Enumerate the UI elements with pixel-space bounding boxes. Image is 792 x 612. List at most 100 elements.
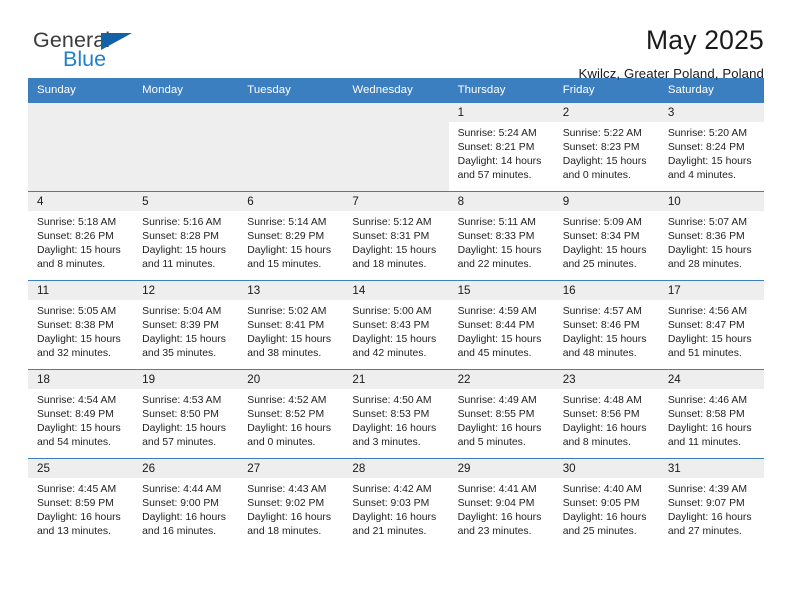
daylight-duration-line1: Daylight: 15 hours [562,156,647,168]
calendar-day-cell[interactable]: 8 Sunrise: 5:11 AM Sunset: 8:33 PM Daylight… [448,191,554,281]
daylight-duration-line1: Daylight: 15 hours [562,334,647,346]
calendar-day-cell[interactable]: 2 Sunrise: 5:22 AM Sunset: 8:23 PM Daylight… [553,102,659,192]
calendar-day-cell[interactable]: 23 Sunrise: 4:48 AM Sunset: 8:56 PM Dayligh… [553,369,659,459]
calendar-day-cell[interactable]: 6 Sunrise: 5:14 AM Sunset: 8:29 PM Daylight… [238,191,344,281]
day-details: Sunrise: 4:39 AM Sunset: 9:07 PM Daylight:… [659,478,764,539]
calendar-day-cell[interactable]: 26 Sunrise: 4:44 AM Sunset: 9:00 PM Dayligh… [133,458,239,548]
calendar-day-cell[interactable]: 16 Sunrise: 4:57 AM Sunset: 8:46 PM Dayligh… [553,280,659,370]
daylight-duration-line1: Daylight: 15 hours [142,334,226,346]
daylight-duration-line2: and 27 minutes. [667,526,742,538]
day-number: 10 [658,192,764,211]
sunrise-time: Sunrise: 4:49 AM [457,395,537,406]
calendar-day-cell[interactable]: 4 Sunrise: 5:18 AM Sunset: 8:26 PM Daylight… [28,191,134,281]
calendar-day-cell[interactable]: 25 Sunrise: 4:45 AM Sunset: 8:59 PM Dayligh… [28,458,134,548]
calendar-day-cell[interactable]: 22 Sunrise: 4:49 AM Sunset: 8:55 PM Dayligh… [448,369,554,459]
day-details [28,122,134,127]
calendar-day-cell[interactable]: 31 Sunrise: 4:39 AM Sunset: 9:07 PM Dayligh… [658,458,764,548]
sunrise-time: Sunrise: 5:14 AM [247,217,327,228]
daylight-duration-line1: Daylight: 16 hours [142,512,226,524]
day-number: 25 [28,459,134,478]
day-details: Sunrise: 5:05 AM Sunset: 8:38 PM Daylight:… [28,300,133,361]
sunrise-time: Sunrise: 4:52 AM [247,395,327,406]
calendar-day-cell[interactable]: 24 Sunrise: 4:46 AM Sunset: 8:58 PM Dayligh… [658,369,764,459]
daylight-duration-line1: Daylight: 15 hours [667,334,752,346]
day-details: Sunrise: 4:43 AM Sunset: 9:02 PM Daylight:… [238,478,343,539]
sunset-time: Sunset: 9:03 PM [352,498,430,510]
daylight-duration-line2: and 25 minutes. [562,259,637,271]
day-number: 26 [133,459,239,478]
daylight-duration-line1: Daylight: 16 hours [37,512,121,524]
day-details: Sunrise: 4:42 AM Sunset: 9:03 PM Daylight:… [343,478,448,539]
weekday-header-sunday: Sunday [28,78,134,103]
calendar-day-cell[interactable]: 17 Sunrise: 4:56 AM Sunset: 8:47 PM Dayligh… [658,280,764,370]
sunrise-time: Sunrise: 5:07 AM [667,217,747,228]
calendar-day-cell[interactable]: 5 Sunrise: 5:16 AM Sunset: 8:28 PM Daylight… [133,191,239,281]
sunrise-time: Sunrise: 5:00 AM [352,306,432,317]
daylight-duration-line1: Daylight: 15 hours [667,156,752,168]
calendar-day-cell[interactable]: 30 Sunrise: 4:40 AM Sunset: 9:05 PM Dayligh… [553,458,659,548]
daylight-duration-line2: and 23 minutes. [457,526,532,538]
weekday-header-friday: Friday [553,78,659,103]
day-details: Sunrise: 5:14 AM Sunset: 8:29 PM Daylight:… [238,211,343,272]
calendar-day-cell[interactable]: 27 Sunrise: 4:43 AM Sunset: 9:02 PM Dayligh… [238,458,344,548]
day-details: Sunrise: 4:53 AM Sunset: 8:50 PM Daylight:… [133,389,238,450]
daylight-duration-line2: and 0 minutes. [562,170,631,182]
sunrise-sunset-calendar: Sunday Monday Tuesday Wednesday Thursday… [28,78,764,548]
sunset-time: Sunset: 9:02 PM [247,498,325,510]
weekday-header-row: Sunday Monday Tuesday Wednesday Thursday… [28,78,764,103]
calendar-day-cell[interactable]: 15 Sunrise: 4:59 AM Sunset: 8:44 PM Dayligh… [448,280,554,370]
calendar-day-cell[interactable]: 18 Sunrise: 4:54 AM Sunset: 8:49 PM Dayligh… [28,369,134,459]
daylight-duration-line2: and 16 minutes. [142,526,217,538]
daylight-duration-line2: and 13 minutes. [37,526,111,538]
daylight-duration-line2: and 57 minutes. [457,170,532,182]
calendar-day-cell[interactable]: 13 Sunrise: 5:02 AM Sunset: 8:41 PM Dayligh… [238,280,344,370]
sunset-time: Sunset: 8:36 PM [667,231,745,243]
daylight-duration-line1: Daylight: 15 hours [142,245,226,257]
calendar-day-cell[interactable]: 29 Sunrise: 4:41 AM Sunset: 9:04 PM Dayligh… [448,458,554,548]
day-number: 11 [28,281,134,300]
daylight-duration-line2: and 35 minutes. [142,348,217,360]
calendar-day-cell[interactable]: 28 Sunrise: 4:42 AM Sunset: 9:03 PM Dayligh… [343,458,449,548]
day-details: Sunrise: 4:49 AM Sunset: 8:55 PM Daylight:… [449,389,554,450]
calendar-day-cell[interactable]: 11 Sunrise: 5:05 AM Sunset: 8:38 PM Dayligh… [28,280,134,370]
sunrise-time: Sunrise: 5:20 AM [667,128,747,139]
day-number: 3 [658,103,764,122]
sunrise-time: Sunrise: 5:18 AM [37,217,117,228]
day-details: Sunrise: 4:46 AM Sunset: 8:58 PM Daylight:… [659,389,764,450]
calendar-day-cell[interactable]: 21 Sunrise: 4:50 AM Sunset: 8:53 PM Dayligh… [343,369,449,459]
day-number [133,103,239,122]
sunset-time: Sunset: 8:43 PM [352,320,430,332]
sunrise-time: Sunrise: 5:05 AM [37,306,117,317]
daylight-duration-line2: and 4 minutes. [667,170,737,182]
sunrise-time: Sunrise: 4:57 AM [562,306,642,317]
day-details: Sunrise: 4:52 AM Sunset: 8:52 PM Daylight:… [238,389,343,450]
calendar-day-cell[interactable]: 7 Sunrise: 5:12 AM Sunset: 8:31 PM Daylight… [343,191,449,281]
calendar-day-cell[interactable]: 12 Sunrise: 5:04 AM Sunset: 8:39 PM Dayligh… [133,280,239,370]
daylight-duration-line2: and 28 minutes. [667,259,742,271]
daylight-duration-line2: and 22 minutes. [457,259,532,271]
general-blue-logo[interactable]: General Blue [33,24,153,72]
calendar-day-cell[interactable]: 1 Sunrise: 5:24 AM Sunset: 8:21 PM Daylight… [448,102,554,192]
sunset-time: Sunset: 8:59 PM [37,498,114,510]
calendar-day-cell[interactable]: 19 Sunrise: 4:53 AM Sunset: 8:50 PM Dayligh… [133,369,239,459]
calendar-day-cell[interactable]: 10 Sunrise: 5:07 AM Sunset: 8:36 PM Dayligh… [658,191,764,281]
day-number: 20 [238,370,344,389]
calendar-day-cell[interactable]: 3 Sunrise: 5:20 AM Sunset: 8:24 PM Daylight… [658,102,764,192]
sunrise-time: Sunrise: 5:02 AM [247,306,327,317]
calendar-week-row: 25 Sunrise: 4:45 AM Sunset: 8:59 PM Dayligh… [28,458,764,548]
daylight-duration-line2: and 15 minutes. [247,259,322,271]
sunrise-time: Sunrise: 5:11 AM [457,217,536,228]
day-number: 12 [133,281,239,300]
day-details: Sunrise: 5:09 AM Sunset: 8:34 PM Daylight:… [554,211,659,272]
day-details: Sunrise: 5:18 AM Sunset: 8:26 PM Daylight:… [28,211,133,272]
calendar-day-cell[interactable]: 9 Sunrise: 5:09 AM Sunset: 8:34 PM Daylight… [553,191,659,281]
sunset-time: Sunset: 8:26 PM [37,231,114,243]
calendar-day-cell[interactable]: 20 Sunrise: 4:52 AM Sunset: 8:52 PM Dayligh… [238,369,344,459]
calendar-day-cell[interactable]: 14 Sunrise: 5:00 AM Sunset: 8:43 PM Dayligh… [343,280,449,370]
day-number: 27 [238,459,344,478]
day-details: Sunrise: 4:56 AM Sunset: 8:47 PM Daylight:… [659,300,764,361]
day-details: Sunrise: 5:24 AM Sunset: 8:21 PM Daylight:… [449,122,554,183]
sunset-time: Sunset: 8:21 PM [457,142,535,154]
daylight-duration-line2: and 11 minutes. [142,259,216,271]
sunset-time: Sunset: 8:34 PM [562,231,640,243]
